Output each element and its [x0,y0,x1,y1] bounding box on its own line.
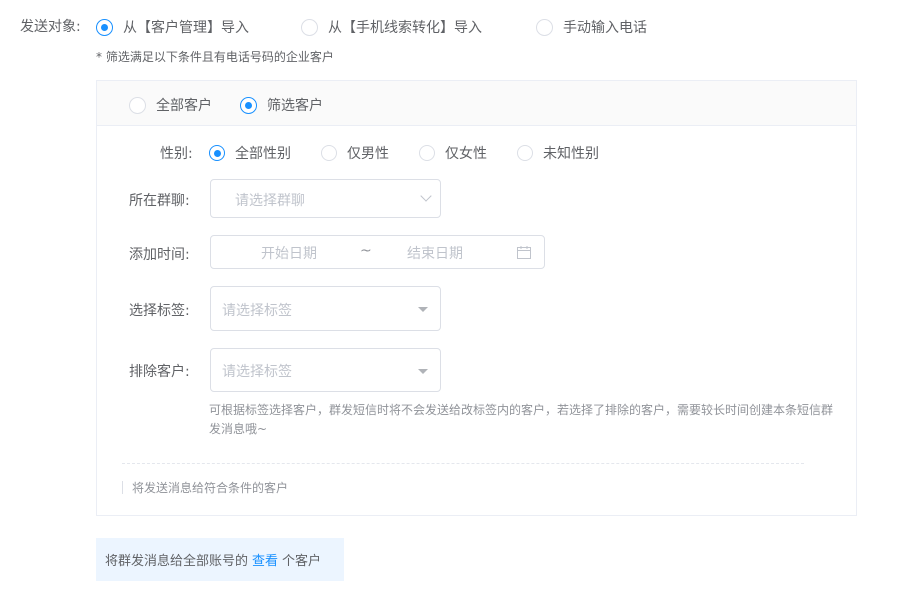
calendar-icon [517,246,531,259]
group-chat-placeholder: 请选择群聊 [235,193,305,209]
radio-unchecked-icon [301,18,318,36]
summary-text: 将发送消息给符合条件的客户 [132,481,289,495]
radio-label: 仅女性 [445,146,487,162]
group-chat-label: 所在群聊: [129,193,190,209]
radio-label: 全部客户 [156,98,212,114]
exclude-placeholder: 请选择标签 [222,364,292,380]
radio-manual-phone-input[interactable]: 手动输入电话 [536,17,647,37]
radio-filter-customers[interactable]: 筛选客户 [240,95,323,115]
radio-unchecked-icon [321,145,337,161]
radio-import-customer-management[interactable]: 从【客户管理】导入 [96,17,249,37]
tags-select[interactable]: 请选择标签 [210,286,441,331]
radio-label: 全部性别 [235,146,291,162]
filter-hint: * 筛选满足以下条件且有电话号码的企业客户 [96,50,334,64]
send-target-label: 发送对象: [20,19,81,35]
radio-label: 仅男性 [347,146,389,162]
radio-all-customers[interactable]: 全部客户 [129,95,212,115]
tags-label: 选择标签: [129,303,190,319]
summary-bar-marker [122,481,123,494]
end-date-input[interactable]: 结束日期 [407,243,463,263]
group-chat-select[interactable]: 请选择群聊 [210,179,441,218]
view-link[interactable]: 查看 [252,550,278,569]
radio-gender-female[interactable]: 仅女性 [419,143,487,163]
radio-gender-all[interactable]: 全部性别 [209,143,291,163]
exclude-hint: 可根据标签选择客户，群发短信时将不会发送给改标签内的客户，若选择了排除的客户，需… [209,403,834,436]
banner-prefix: 将群发消息给全部账号的 [105,554,249,569]
add-time-label: 添加时间: [129,247,190,263]
radio-label: 筛选客户 [267,98,323,114]
radio-gender-male[interactable]: 仅男性 [321,143,389,163]
chevron-down-icon [420,190,432,202]
start-date-input[interactable]: 开始日期 [261,243,317,263]
divider [122,463,804,464]
radio-label: 未知性别 [543,146,599,162]
add-time-date-range[interactable]: 开始日期 ~ 结束日期 [210,235,545,269]
caret-down-icon [418,307,428,312]
date-range-separator: ~ [360,243,372,259]
exclude-select[interactable]: 请选择标签 [210,348,441,392]
radio-unchecked-icon [536,18,553,36]
radio-label: 从【客户管理】导入 [123,20,249,36]
radio-label: 从【手机线索转化】导入 [328,20,482,36]
radio-gender-unknown[interactable]: 未知性别 [517,143,599,163]
banner-suffix: 个客户 [282,554,322,569]
radio-unchecked-icon [419,145,435,161]
radio-checked-icon [96,18,113,36]
gender-label: 性别: [160,146,193,162]
radio-checked-icon [240,96,257,114]
tags-placeholder: 请选择标签 [222,303,292,319]
radio-label: 手动输入电话 [563,20,647,36]
recipient-count-banner: 将群发消息给全部账号的 查看 个客户 [96,538,344,581]
radio-unchecked-icon [129,96,146,114]
radio-checked-icon [209,145,225,161]
caret-down-icon [418,369,428,374]
radio-import-phone-leads[interactable]: 从【手机线索转化】导入 [301,17,482,37]
radio-unchecked-icon [517,145,533,161]
exclude-label: 排除客户: [129,364,190,380]
scope-header: 全部客户 筛选客户 [97,81,856,126]
